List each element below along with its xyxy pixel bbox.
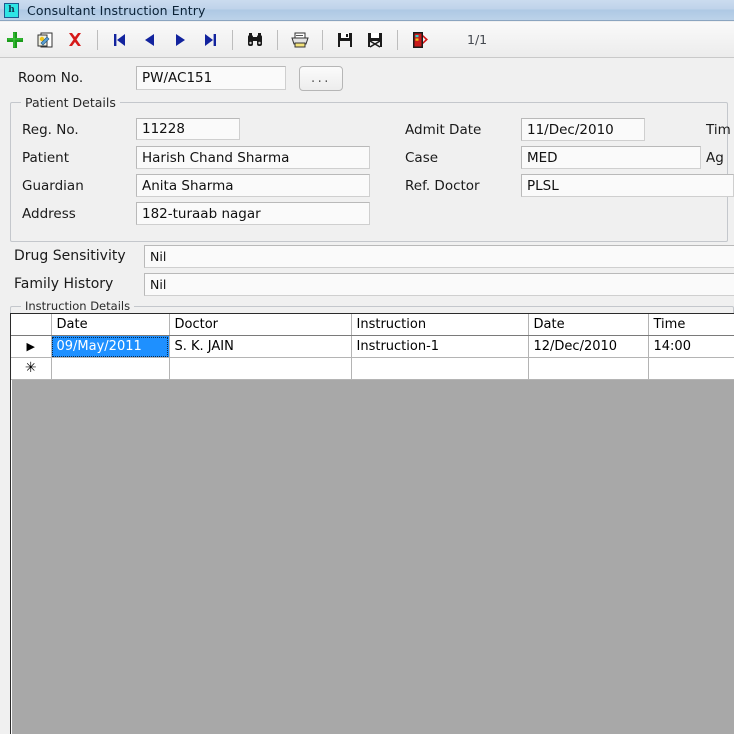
form-area: Room No. PW/AC151 ... Patient Details Re… [0, 58, 734, 734]
toolbar-separator [97, 29, 98, 50]
cell-time[interactable]: 14:00 [648, 335, 734, 358]
last-record-button[interactable] [196, 25, 224, 55]
prev-arrow-icon [145, 33, 154, 46]
room-no-label: Room No. [18, 70, 84, 86]
cell-doctor[interactable] [169, 357, 352, 380]
delete-record-button[interactable] [61, 25, 89, 55]
title-bar: h Consultant Instruction Entry [0, 0, 734, 21]
grid-header-doctor[interactable]: Doctor [169, 314, 352, 336]
patient-details-title: Patient Details [21, 95, 120, 110]
exit-door-icon [413, 31, 428, 48]
reg-no-input[interactable]: 11228 [136, 118, 240, 140]
prev-record-button[interactable] [136, 25, 164, 55]
instruction-details-title: Instruction Details [21, 299, 135, 313]
add-record-button[interactable] [1, 25, 29, 55]
cell-date-2[interactable] [528, 357, 649, 380]
instruction-grid[interactable]: Date Doctor Instruction Date Time ▶ 09/M… [10, 313, 734, 734]
toolbar-separator [232, 29, 233, 50]
cell-date-1[interactable] [51, 357, 170, 380]
drug-sensitivity-input[interactable]: Nil [144, 245, 734, 268]
ref-doctor-label: Ref. Doctor [405, 178, 480, 194]
edit-record-button[interactable] [31, 25, 59, 55]
edit-copy-icon [37, 32, 53, 47]
table-row[interactable]: ✳ [11, 357, 734, 380]
toolbar-separator [322, 29, 323, 50]
cell-doctor[interactable]: S. K. JAIN [169, 335, 352, 358]
room-browse-button[interactable]: ... [299, 66, 343, 91]
record-pager: 1/1 [467, 32, 488, 47]
drug-sensitivity-label: Drug Sensitivity [14, 248, 126, 264]
grid-header-row: Date Doctor Instruction Date Time [11, 314, 734, 336]
first-arrow-icon [114, 33, 125, 46]
print-button[interactable] [286, 25, 314, 55]
row-marker-new: ✳ [11, 357, 52, 380]
case-label: Case [405, 150, 439, 166]
case-input[interactable]: MED [521, 146, 701, 169]
next-arrow-icon [176, 33, 185, 46]
patient-input[interactable]: Harish Chand Sharma [136, 146, 370, 169]
grid-header-time[interactable]: Time [648, 314, 734, 336]
patient-label: Patient [22, 150, 70, 166]
grid-header-date-1[interactable]: Date [51, 314, 170, 336]
admit-date-input[interactable]: 11/Dec/2010 [521, 118, 645, 141]
binoculars-icon [248, 32, 262, 46]
cell-date-2[interactable]: 12/Dec/2010 [528, 335, 649, 358]
room-no-input[interactable]: PW/AC151 [136, 66, 286, 90]
cell-date-1[interactable]: 09/May/2011 [51, 335, 170, 358]
address-label: Address [22, 206, 76, 222]
toolbar: 1/1 [0, 22, 734, 58]
age-label: Ag [706, 150, 724, 166]
family-history-input[interactable]: Nil [144, 273, 734, 296]
delete-x-icon [69, 32, 81, 46]
last-arrow-icon [205, 33, 216, 46]
family-history-label: Family History [14, 276, 114, 292]
find-button[interactable] [241, 25, 269, 55]
address-input[interactable]: 182-turaab nagar [136, 202, 370, 225]
floppy-cancel-icon [368, 32, 382, 48]
guardian-label: Guardian [22, 178, 84, 194]
cell-instruction[interactable] [351, 357, 529, 380]
cancel-button[interactable] [361, 25, 389, 55]
printer-icon [291, 32, 309, 47]
next-record-button[interactable] [166, 25, 194, 55]
floppy-save-icon [338, 32, 352, 47]
current-row-arrow-icon: ▶ [26, 340, 35, 353]
first-record-button[interactable] [106, 25, 134, 55]
cell-time[interactable] [648, 357, 734, 380]
plus-icon [7, 31, 23, 48]
row-marker-current: ▶ [11, 335, 52, 358]
table-row[interactable]: ▶ 09/May/2011 S. K. JAIN Instruction-1 1… [11, 335, 734, 358]
grid-header-date-2[interactable]: Date [528, 314, 649, 336]
exit-button[interactable] [406, 25, 434, 55]
ref-doctor-input[interactable]: PLSL [521, 174, 734, 197]
app-icon: h [4, 2, 19, 18]
time-label: Tim [706, 122, 731, 138]
toolbar-separator [397, 29, 398, 50]
admit-date-label: Admit Date [405, 122, 482, 138]
save-button[interactable] [331, 25, 359, 55]
toolbar-separator [277, 29, 278, 50]
room-no-row: Room No. PW/AC151 ... [0, 64, 734, 94]
application-window: h Consultant Instruction Entry 1/1 Room … [0, 0, 734, 734]
guardian-input[interactable]: Anita Sharma [136, 174, 370, 197]
grid-table: Date Doctor Instruction Date Time ▶ 09/M… [11, 314, 734, 380]
grid-header-instruction[interactable]: Instruction [351, 314, 529, 336]
grid-header-rowmarker [11, 314, 52, 336]
cell-instruction[interactable]: Instruction-1 [351, 335, 529, 358]
reg-no-label: Reg. No. [22, 122, 79, 138]
window-title: Consultant Instruction Entry [27, 2, 206, 18]
new-row-asterisk-icon: ✳ [24, 360, 37, 376]
